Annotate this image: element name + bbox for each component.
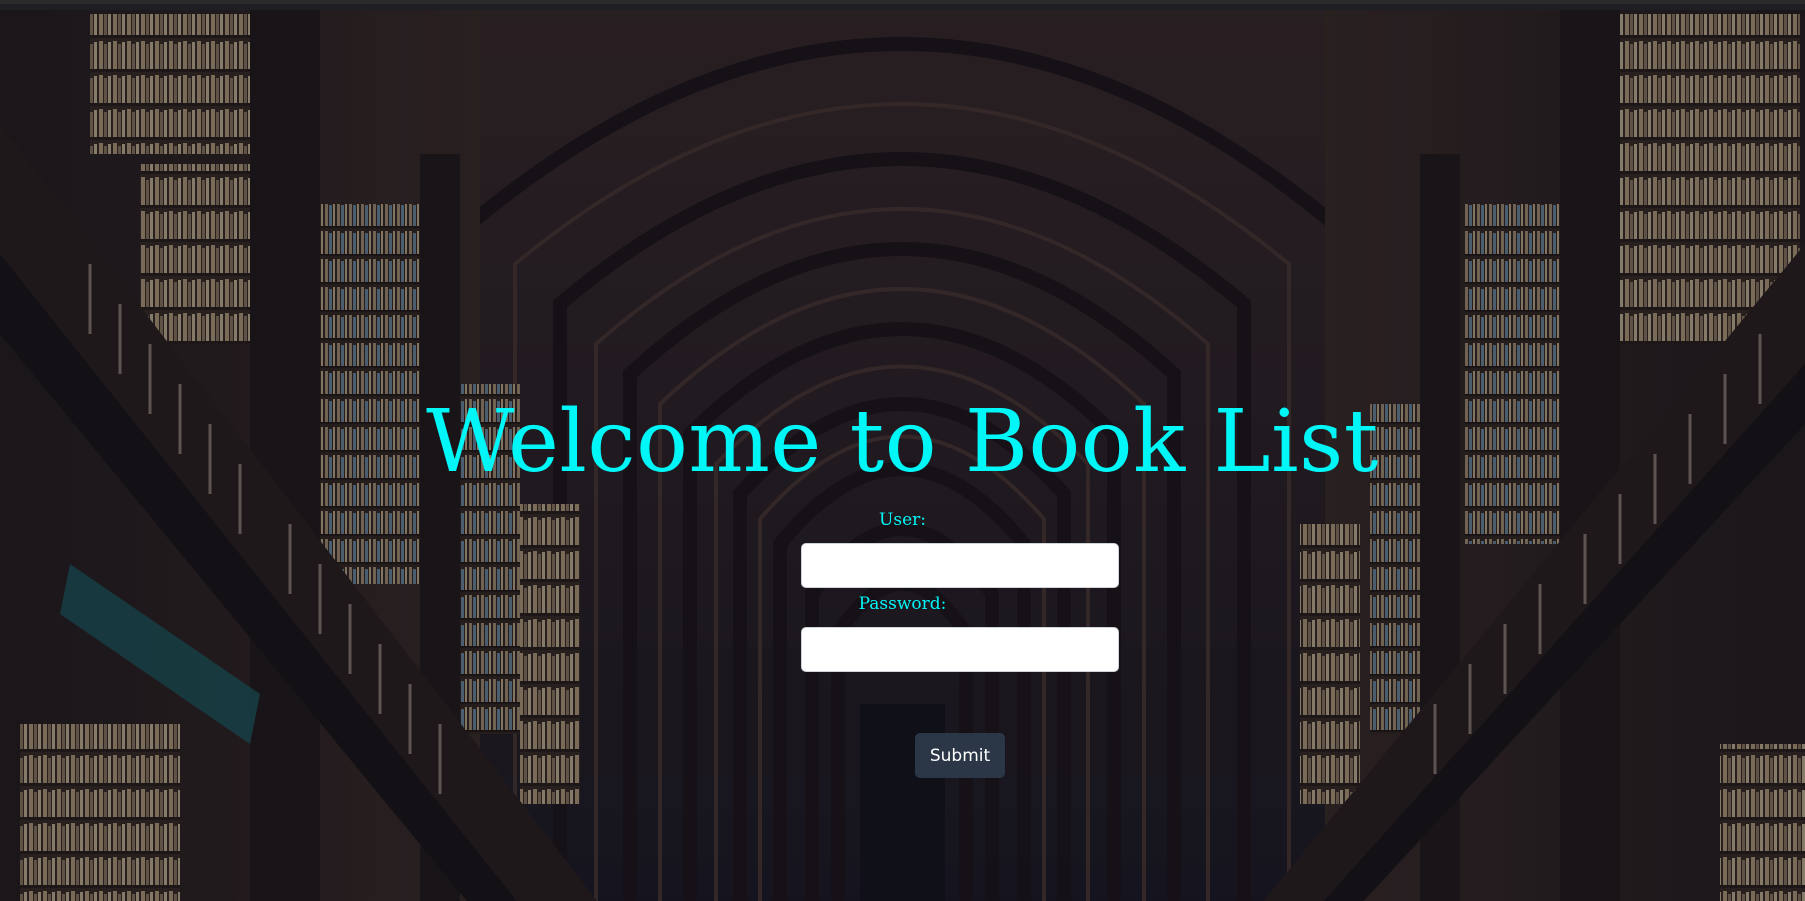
password-input[interactable] xyxy=(801,627,1119,672)
user-input[interactable] xyxy=(801,543,1119,588)
page-title: Welcome to Book List xyxy=(426,392,1379,492)
submit-button[interactable]: Submit xyxy=(915,733,1005,778)
user-label: User: xyxy=(879,510,926,530)
login-page: Welcome to Book List User: Password: Sub… xyxy=(0,0,1805,901)
login-content: Welcome to Book List User: Password: Sub… xyxy=(0,4,1805,901)
password-label: Password: xyxy=(858,594,947,614)
